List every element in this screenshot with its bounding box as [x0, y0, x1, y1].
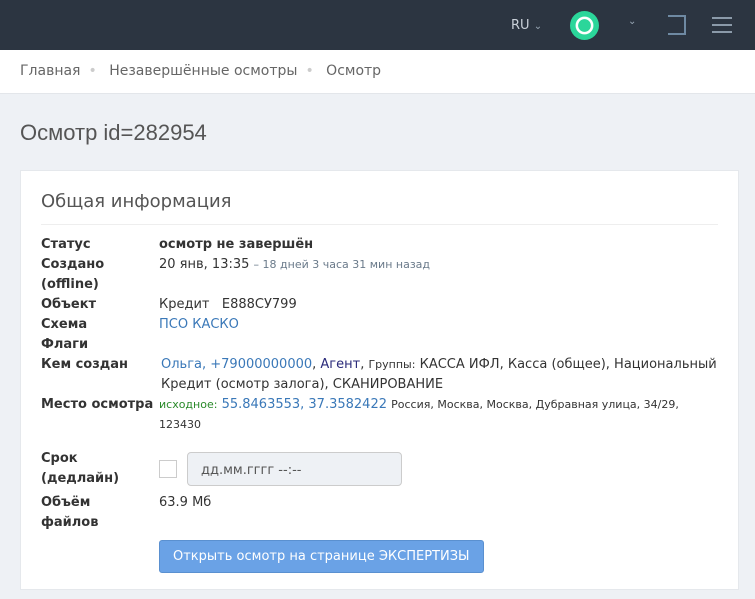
- status-label: Статус: [41, 235, 159, 255]
- hamburger-menu-icon[interactable]: [712, 17, 732, 38]
- breadcrumb: Главная• Незавершённые осмотры• Осмотр: [0, 50, 755, 94]
- scheme-link[interactable]: ПСО КАСКО: [159, 315, 718, 335]
- created-value: 20 янв, 13:35: [159, 257, 249, 272]
- language-label: RU: [511, 18, 530, 33]
- scheme-label: Схема: [41, 315, 159, 335]
- user-menu-chevron-icon[interactable]: ⌄: [628, 16, 636, 27]
- breadcrumb-unfinished[interactable]: Незавершённые осмотры: [109, 63, 297, 79]
- files-label: Объём файлов: [41, 493, 121, 533]
- language-selector[interactable]: RU ⌄: [511, 18, 542, 33]
- breadcrumb-current: Осмотр: [326, 63, 381, 79]
- card-title: Общая информация: [41, 191, 718, 225]
- creator-label: Кем создан: [41, 355, 159, 395]
- general-info-card: Общая информация Статусосмотр не завершё…: [20, 170, 739, 590]
- top-bar: RU ⌄ ⌄: [0, 0, 755, 50]
- flags-label: Флаги: [41, 335, 159, 355]
- chevron-down-icon: ⌄: [534, 21, 542, 32]
- avatar[interactable]: [570, 11, 599, 40]
- deadline-input[interactable]: дд.мм.гггг --:--: [187, 452, 402, 486]
- breadcrumb-home[interactable]: Главная: [20, 63, 80, 79]
- deadline-label: Срок (дедлайн): [41, 449, 159, 489]
- created-label: Создано (offline): [41, 255, 159, 295]
- open-expertise-button[interactable]: Открыть осмотр на странице ЭКСПЕРТИЗЫ: [159, 540, 484, 573]
- creator-role: Агент: [320, 357, 360, 372]
- groups-label: Группы:: [368, 358, 415, 371]
- place-source: исходное:: [159, 398, 217, 411]
- created-ago: – 18 дней 3 часа 31 мин назад: [254, 258, 430, 271]
- deadline-checkbox[interactable]: [159, 460, 177, 478]
- status-value: осмотр не завершён: [159, 235, 718, 255]
- files-value: 63.9 Мб: [159, 493, 718, 533]
- page-title: Осмотр id=282954: [20, 120, 735, 146]
- object-value: Кредит Е888СУ799: [159, 295, 718, 315]
- object-label: Объект: [41, 295, 159, 315]
- logout-icon[interactable]: [668, 15, 686, 35]
- place-label: Место осмотра: [41, 395, 159, 435]
- creator-link[interactable]: Ольга, +79000000000: [161, 357, 312, 372]
- coords-link[interactable]: 55.8463553, 37.3582422: [222, 397, 387, 412]
